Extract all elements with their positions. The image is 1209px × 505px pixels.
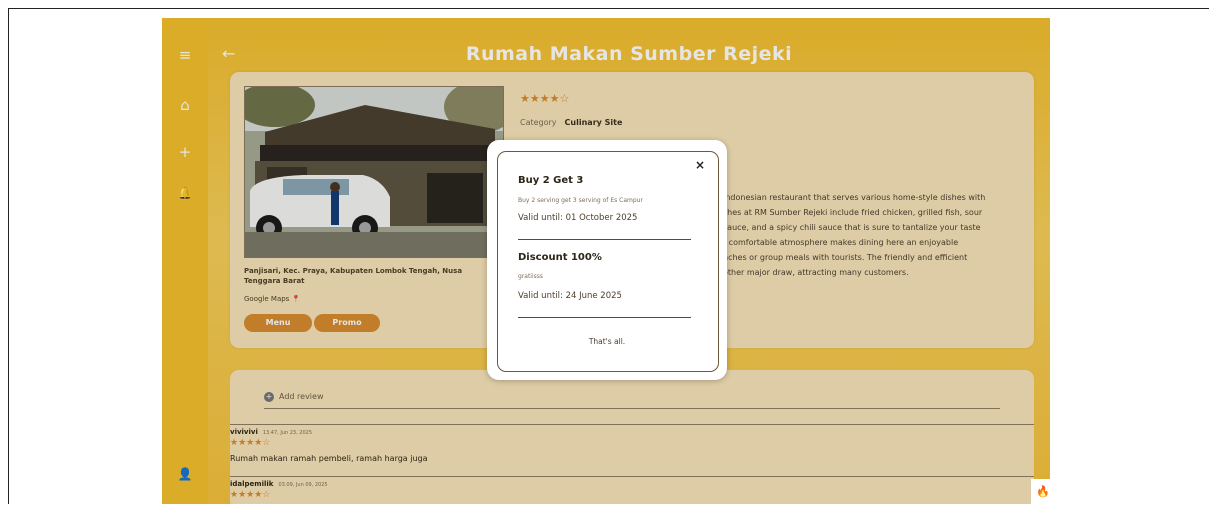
promo-title: Buy 2 Get 3 (518, 175, 584, 186)
promo-end-text: That's all. (588, 337, 626, 346)
promo-description: gratiisss (518, 273, 544, 280)
promo-divider (518, 317, 691, 318)
promo-divider (518, 239, 691, 240)
promo-valid-until: Valid until: 24 June 2025 (518, 291, 622, 301)
flame-icon[interactable]: 🔥 (1031, 479, 1055, 504)
promo-modal: × Buy 2 Get 3 Buy 2 serving get 3 servin… (487, 140, 727, 380)
promo-description: Buy 2 serving get 3 serving of Es Campur (518, 197, 643, 204)
close-icon[interactable]: × (695, 158, 705, 172)
promo-title: Discount 100% (518, 252, 602, 263)
promo-valid-until: Valid until: 01 October 2025 (518, 213, 638, 223)
